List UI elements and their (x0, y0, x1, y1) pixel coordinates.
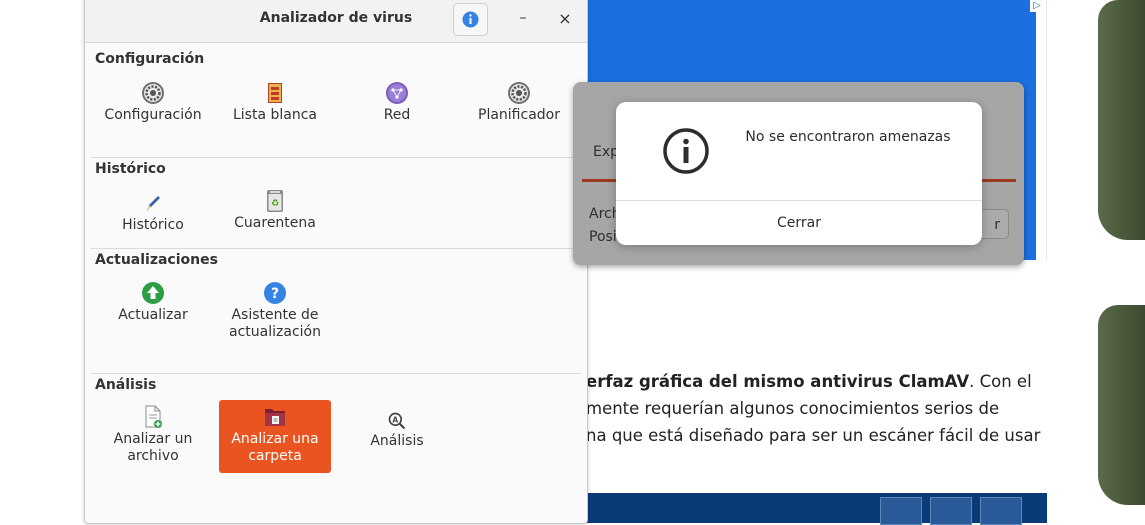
message-text: No se encontraron amenazas (745, 129, 951, 145)
whitelist-button[interactable]: Lista blanca (219, 81, 331, 124)
scan-folder-label: Analizar una carpeta (219, 431, 331, 465)
article-image-button (930, 497, 972, 525)
side-ad-image[interactable] (1098, 305, 1145, 505)
header-bar: Analizador de virus – × (85, 0, 587, 43)
svg-text:A: A (392, 415, 398, 424)
article-text: erfaz gráfica del mismo antivirus ClamAV… (586, 368, 1041, 449)
config-button[interactable]: Configuración (97, 81, 209, 124)
pencil-icon (147, 196, 160, 211)
scheduler-button[interactable]: Planificador (463, 81, 575, 124)
update-assistant-button[interactable]: ? Asistente de actualización (219, 281, 331, 341)
section-divider (91, 157, 581, 158)
network-label: Red (383, 107, 411, 123)
article-text-rest: . Con el (969, 372, 1032, 391)
scan-search-icon: A (388, 412, 406, 430)
section-title-configuracion: Configuración (95, 51, 205, 67)
side-ad-image[interactable] (1098, 0, 1145, 240)
article-line-3: na que está diseñado para ser un escáner… (586, 426, 1041, 445)
quarantine-button[interactable]: ♻ Cuarentena (219, 189, 331, 232)
field-position-label: Posi (589, 229, 617, 245)
clamtk-window: Analizador de virus – × Configuración Co… (84, 0, 588, 524)
message-dialog: No se encontraron amenazas Cerrar (616, 102, 982, 245)
update-arrow-icon (142, 282, 164, 304)
scheduler-gear-icon (508, 82, 530, 104)
help-icon: ? (264, 282, 286, 304)
analysis-button[interactable]: A Análisis (341, 411, 453, 450)
scan-folder-label-line2: carpeta (248, 448, 302, 464)
section-title-historico: Histórico (95, 161, 166, 177)
article-image-button (880, 497, 922, 525)
update-label: Actualizar (118, 307, 188, 323)
whitelist-label: Lista blanca (232, 107, 317, 123)
window-title: Analizador de virus (259, 10, 413, 26)
update-button[interactable]: Actualizar (97, 281, 209, 324)
svg-text:♻: ♻ (271, 199, 279, 209)
info-button[interactable] (453, 3, 488, 36)
gear-icon (142, 82, 164, 104)
network-button[interactable]: Red (341, 81, 453, 124)
history-button[interactable]: Histórico (97, 191, 209, 234)
article-bold-text: erfaz gráfica del mismo antivirus ClamAV (586, 372, 970, 391)
section-divider (91, 373, 581, 374)
folder-icon (265, 409, 285, 426)
history-label: Histórico (122, 217, 184, 233)
update-assistant-label: Asistente de actualización (219, 307, 331, 341)
quarantine-label: Cuarentena (234, 215, 316, 231)
analysis-label: Análisis (370, 433, 424, 449)
scheduler-label: Planificador (478, 107, 560, 123)
file-add-icon (145, 405, 162, 428)
ad-choices-icon[interactable]: ▷ (1030, 0, 1044, 12)
info-circle-icon (663, 128, 709, 174)
section-title-actualizaciones: Actualizaciones (95, 252, 218, 268)
section-title-analisis: Análisis (95, 377, 157, 393)
shield-list-icon (268, 83, 282, 103)
svg-text:?: ? (271, 286, 279, 302)
scan-file-label-line1: Analizar un (113, 431, 193, 447)
close-dialog-button[interactable]: Cerrar (616, 201, 982, 245)
scan-folder-button[interactable]: Analizar una carpeta (219, 400, 331, 473)
close-button[interactable]: × (557, 11, 573, 27)
recycle-bin-icon: ♻ (267, 190, 283, 212)
section-divider (91, 248, 581, 249)
minimize-button[interactable]: – (515, 11, 531, 28)
update-assistant-label-line2: actualización (229, 324, 321, 340)
update-assistant-label-line1: Asistente de (231, 307, 319, 323)
article-line-2: mente requerían algunos conocimientos se… (586, 399, 1000, 418)
scan-file-label: Analizar un archivo (97, 431, 209, 465)
article-image-button (980, 497, 1022, 525)
info-icon (462, 11, 479, 28)
network-icon (386, 82, 408, 104)
config-label: Configuración (104, 107, 202, 123)
scan-folder-label-line1: Analizar una (231, 431, 319, 447)
scan-file-label-line2: archivo (127, 448, 179, 464)
scan-file-button[interactable]: Analizar un archivo (97, 405, 209, 473)
